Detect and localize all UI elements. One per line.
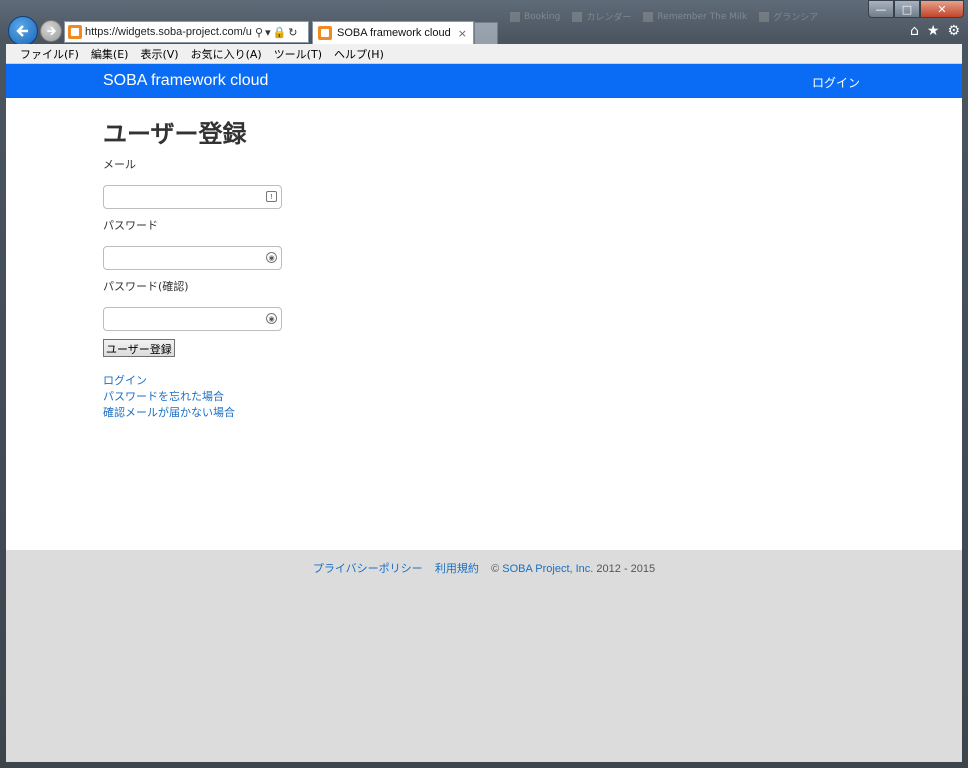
- page-viewport: SOBA framework cloud ログイン ユーザー登録 メール ! パ…: [6, 64, 962, 762]
- email-field-wrapper: !: [103, 185, 282, 209]
- site-navbar: SOBA framework cloud ログイン: [6, 64, 962, 98]
- address-bar[interactable]: https://widgets.soba-project.com/u ⚲ ▾ 🔒…: [64, 21, 309, 43]
- autofill-icon[interactable]: !: [266, 191, 277, 202]
- menu-bar: ファイル(F) 編集(E) 表示(V) お気に入り(A) ツール(T) ヘルプ(…: [6, 44, 962, 64]
- window-controls: — □ ✕: [868, 0, 964, 18]
- favorite-icon: [759, 11, 770, 22]
- password-field[interactable]: [103, 246, 282, 270]
- privacy-policy-link[interactable]: プライバシーポリシー: [313, 563, 423, 575]
- browser-tools: ⌂ ★ ⚙: [910, 23, 960, 39]
- tab-favicon-icon: [318, 26, 332, 40]
- refresh-icon[interactable]: ↻: [288, 26, 297, 39]
- favorite-icon: [572, 11, 583, 22]
- maximize-button[interactable]: □: [894, 0, 920, 18]
- menu-file[interactable]: ファイル(F): [14, 46, 85, 62]
- password-field-wrapper: ◉: [103, 246, 282, 270]
- close-window-button[interactable]: ✕: [920, 0, 964, 18]
- favorite-item[interactable]: Booking: [510, 10, 560, 23]
- password-label: パスワード: [103, 219, 158, 232]
- lock-icon[interactable]: 🔒: [273, 26, 287, 39]
- minimize-button[interactable]: —: [868, 0, 894, 18]
- favorite-item[interactable]: カレンダー: [572, 10, 631, 23]
- favorites-star-icon[interactable]: ★: [927, 23, 940, 39]
- forgot-password-link[interactable]: パスワードを忘れた場合: [103, 389, 603, 405]
- arrow-left-icon: [16, 25, 28, 37]
- page-title: ユーザー登録: [103, 120, 247, 148]
- menu-edit[interactable]: 編集(E): [85, 46, 135, 62]
- maximize-icon: □: [901, 2, 913, 16]
- menu-favorites[interactable]: お気に入り(A): [185, 46, 268, 62]
- menu-help[interactable]: ヘルプ(H): [328, 46, 390, 62]
- favorites-bar: Booking カレンダー Remember The Milk グランシア: [510, 10, 818, 23]
- email-field[interactable]: [103, 185, 282, 209]
- browser-window: https://widgets.soba-project.com/u ⚲ ▾ 🔒…: [0, 0, 968, 768]
- back-button[interactable]: [8, 16, 38, 46]
- registration-form: ユーザー登録 メール ! パスワード ◉ パスワード(確認) ◉ ユーザー登録 …: [103, 114, 603, 421]
- new-tab-button[interactable]: [474, 22, 498, 44]
- dropdown-icon[interactable]: ▾: [265, 26, 271, 39]
- tab-close-icon[interactable]: ×: [458, 27, 467, 40]
- favorite-icon: [643, 11, 654, 22]
- minimize-icon: —: [875, 2, 887, 16]
- menu-view[interactable]: 表示(V): [134, 46, 184, 62]
- close-icon: ✕: [937, 2, 947, 16]
- site-favicon-icon: [68, 25, 82, 39]
- resend-confirmation-link[interactable]: 確認メールが届かない場合: [103, 405, 603, 421]
- password-confirm-field-wrapper: ◉: [103, 307, 282, 331]
- favorite-item[interactable]: Remember The Milk: [643, 10, 747, 23]
- url-text[interactable]: https://widgets.soba-project.com/u: [85, 26, 253, 38]
- menu-tools[interactable]: ツール(T): [268, 46, 328, 62]
- navbar-login-link[interactable]: ログイン: [812, 74, 860, 91]
- reveal-password-icon[interactable]: ◉: [266, 252, 277, 263]
- favorite-icon: [510, 11, 520, 22]
- footer-line: プライバシーポリシー 利用規約 © SOBA Project, Inc. 201…: [6, 560, 962, 576]
- terms-link[interactable]: 利用規約: [435, 563, 479, 575]
- favorite-item[interactable]: グランシア: [759, 10, 818, 23]
- email-label: メール: [103, 158, 136, 171]
- brand-link[interactable]: SOBA framework cloud: [103, 72, 268, 90]
- search-icon[interactable]: ⚲: [255, 26, 263, 39]
- forward-button[interactable]: [40, 20, 62, 42]
- reveal-password-confirm-icon[interactable]: ◉: [266, 313, 277, 324]
- login-link[interactable]: ログイン: [103, 373, 603, 389]
- password-confirm-field[interactable]: [103, 307, 282, 331]
- home-icon[interactable]: ⌂: [910, 23, 919, 39]
- site-footer: プライバシーポリシー 利用規約 © SOBA Project, Inc. 201…: [6, 550, 962, 762]
- auth-links: ログイン パスワードを忘れた場合 確認メールが届かない場合: [103, 373, 603, 421]
- password-confirm-label: パスワード(確認): [103, 280, 189, 293]
- browser-tab[interactable]: SOBA framework cloud ×: [312, 21, 474, 44]
- register-button[interactable]: ユーザー登録: [103, 339, 175, 357]
- tab-title: SOBA framework cloud: [337, 27, 451, 39]
- title-bar: https://widgets.soba-project.com/u ⚲ ▾ 🔒…: [0, 0, 968, 46]
- copyright-years: 2012 - 2015: [596, 563, 656, 575]
- copyright-symbol: ©: [491, 563, 500, 575]
- company-link[interactable]: SOBA Project, Inc.: [502, 563, 593, 575]
- arrow-right-icon: [47, 26, 57, 36]
- gear-icon[interactable]: ⚙: [947, 23, 960, 39]
